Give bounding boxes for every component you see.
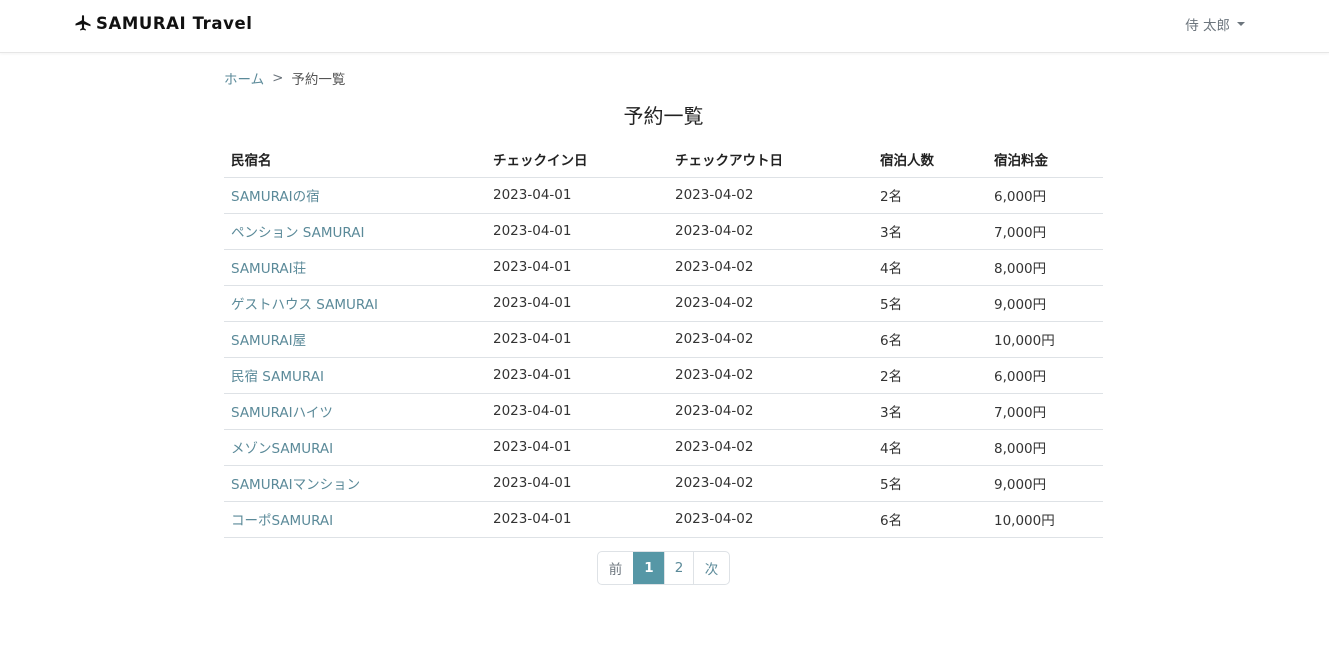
breadcrumb-home-link[interactable]: ホーム — [224, 68, 264, 88]
column-header-inn-name: 民宿名 — [224, 141, 486, 178]
column-header-checkout: チェックアウト日 — [668, 141, 873, 178]
reservations-table: 民宿名 チェックイン日 チェックアウト日 宿泊人数 宿泊料金 SAMURAIの宿… — [224, 141, 1103, 538]
checkin-date: 2023-04-01 — [486, 249, 668, 286]
inn-name-link[interactable]: SAMURAI屋 — [231, 333, 306, 349]
checkout-date: 2023-04-02 — [668, 213, 873, 250]
table-row: SAMURAIハイツ 2023-04-01 2023-04-02 3名 7,000円 — [224, 393, 1103, 430]
column-header-price: 宿泊料金 — [987, 141, 1103, 178]
price: 8,000円 — [987, 429, 1103, 466]
table-row: コーポSAMURAI 2023-04-01 2023-04-02 6名 10,000円 — [224, 501, 1103, 538]
inn-name-link[interactable]: SAMURAIの宿 — [231, 189, 320, 205]
price: 8,000円 — [987, 249, 1103, 286]
table-row: ゲストハウス SAMURAI 2023-04-01 2023-04-02 5名 9,00… — [224, 285, 1103, 322]
checkout-date: 2023-04-02 — [668, 429, 873, 466]
checkout-date: 2023-04-02 — [668, 321, 873, 358]
brand-name: SAMURAI Travel — [96, 13, 253, 33]
breadcrumb: ホーム > 予約一覧 — [224, 68, 345, 88]
checkin-date: 2023-04-01 — [486, 177, 668, 214]
breadcrumb-separator: > — [272, 70, 284, 86]
price: 7,000円 — [987, 393, 1103, 430]
guest-count: 2名 — [873, 357, 987, 394]
navbar: SAMURAI Travel 侍 太郎 — [0, 0, 1329, 53]
brand-logo-link[interactable]: SAMURAI Travel — [74, 12, 253, 34]
pagination-prev[interactable]: 前 — [598, 552, 633, 584]
checkout-date: 2023-04-02 — [668, 393, 873, 430]
price: 6,000円 — [987, 177, 1103, 214]
inn-name-link[interactable]: SAMURAI荘 — [231, 261, 306, 277]
checkout-date: 2023-04-02 — [668, 177, 873, 214]
checkin-date: 2023-04-01 — [486, 213, 668, 250]
pagination-page-1[interactable]: 1 — [633, 552, 664, 584]
checkin-date: 2023-04-01 — [486, 285, 668, 322]
pagination: 前 1 2 次 — [597, 551, 730, 585]
table-cell: SAMURAI屋 — [224, 321, 486, 358]
checkin-date: 2023-04-01 — [486, 429, 668, 466]
price: 9,000円 — [987, 465, 1103, 502]
page-title: 予約一覧 — [623, 104, 704, 128]
table-row: SAMURAI屋 2023-04-01 2023-04-02 6名 10,000円 — [224, 321, 1103, 358]
table-cell: SAMURAIマンション — [224, 465, 486, 502]
airplane-icon — [75, 15, 91, 31]
checkout-date: 2023-04-02 — [668, 249, 873, 286]
table-cell: SAMURAIの宿 — [224, 177, 486, 214]
guest-count: 5名 — [873, 465, 987, 502]
pagination-next[interactable]: 次 — [693, 552, 729, 584]
checkin-date: 2023-04-01 — [486, 501, 668, 538]
checkin-date: 2023-04-01 — [486, 321, 668, 358]
inn-name-link[interactable]: SAMURAIマンション — [231, 477, 360, 493]
table-row: ペンション SAMURAI 2023-04-01 2023-04-02 3名 7,000… — [224, 213, 1103, 250]
guest-count: 6名 — [873, 501, 987, 538]
inn-name-link[interactable]: 民宿 SAMURAI — [231, 369, 324, 385]
table-row: 民宿 SAMURAI 2023-04-01 2023-04-02 2名 6,000円 — [224, 357, 1103, 394]
table-cell: SAMURAI荘 — [224, 249, 486, 286]
table-cell: 民宿 SAMURAI — [224, 357, 486, 394]
breadcrumb-current: 予約一覧 — [291, 72, 346, 88]
price: 10,000円 — [987, 321, 1103, 358]
guest-count: 3名 — [873, 213, 987, 250]
checkin-date: 2023-04-01 — [486, 393, 668, 430]
inn-name-link[interactable]: ペンション SAMURAI — [231, 225, 364, 241]
price: 7,000円 — [987, 213, 1103, 250]
table-cell: ペンション SAMURAI — [224, 213, 486, 250]
price: 9,000円 — [987, 285, 1103, 322]
table-cell: メゾンSAMURAI — [224, 429, 486, 466]
checkout-date: 2023-04-02 — [668, 357, 873, 394]
table-row: SAMURAI荘 2023-04-01 2023-04-02 4名 8,000円 — [224, 249, 1103, 286]
table-cell: ゲストハウス SAMURAI — [224, 285, 486, 322]
inn-name-link[interactable]: コーポSAMURAI — [231, 513, 333, 529]
column-header-guests: 宿泊人数 — [873, 141, 987, 178]
table-cell: SAMURAIハイツ — [224, 393, 486, 430]
guest-count: 3名 — [873, 393, 987, 430]
price: 10,000円 — [987, 501, 1103, 538]
table-row: SAMURAIの宿 2023-04-01 2023-04-02 2名 6,000円 — [224, 177, 1103, 214]
caret-down-icon — [1237, 22, 1245, 26]
guest-count: 4名 — [873, 249, 987, 286]
user-menu-dropdown[interactable]: 侍 太郎 — [1185, 14, 1245, 34]
inn-name-link[interactable]: メゾンSAMURAI — [231, 441, 333, 457]
pagination-page-2[interactable]: 2 — [664, 552, 693, 584]
table-header-row: 民宿名 チェックイン日 チェックアウト日 宿泊人数 宿泊料金 — [224, 141, 1103, 178]
table-cell: コーポSAMURAI — [224, 501, 486, 538]
checkin-date: 2023-04-01 — [486, 357, 668, 394]
user-name: 侍 太郎 — [1185, 18, 1230, 34]
checkout-date: 2023-04-02 — [668, 285, 873, 322]
checkout-date: 2023-04-02 — [668, 501, 873, 538]
guest-count: 2名 — [873, 177, 987, 214]
table-row: メゾンSAMURAI 2023-04-01 2023-04-02 4名 8,000円 — [224, 429, 1103, 466]
table-row: SAMURAIマンション 2023-04-01 2023-04-02 5名 9,000円 — [224, 465, 1103, 502]
guest-count: 6名 — [873, 321, 987, 358]
inn-name-link[interactable]: ゲストハウス SAMURAI — [231, 297, 378, 313]
inn-name-link[interactable]: SAMURAIハイツ — [231, 405, 333, 421]
checkin-date: 2023-04-01 — [486, 465, 668, 502]
checkout-date: 2023-04-02 — [668, 465, 873, 502]
guest-count: 5名 — [873, 285, 987, 322]
price: 6,000円 — [987, 357, 1103, 394]
guest-count: 4名 — [873, 429, 987, 466]
column-header-checkin: チェックイン日 — [486, 141, 668, 178]
